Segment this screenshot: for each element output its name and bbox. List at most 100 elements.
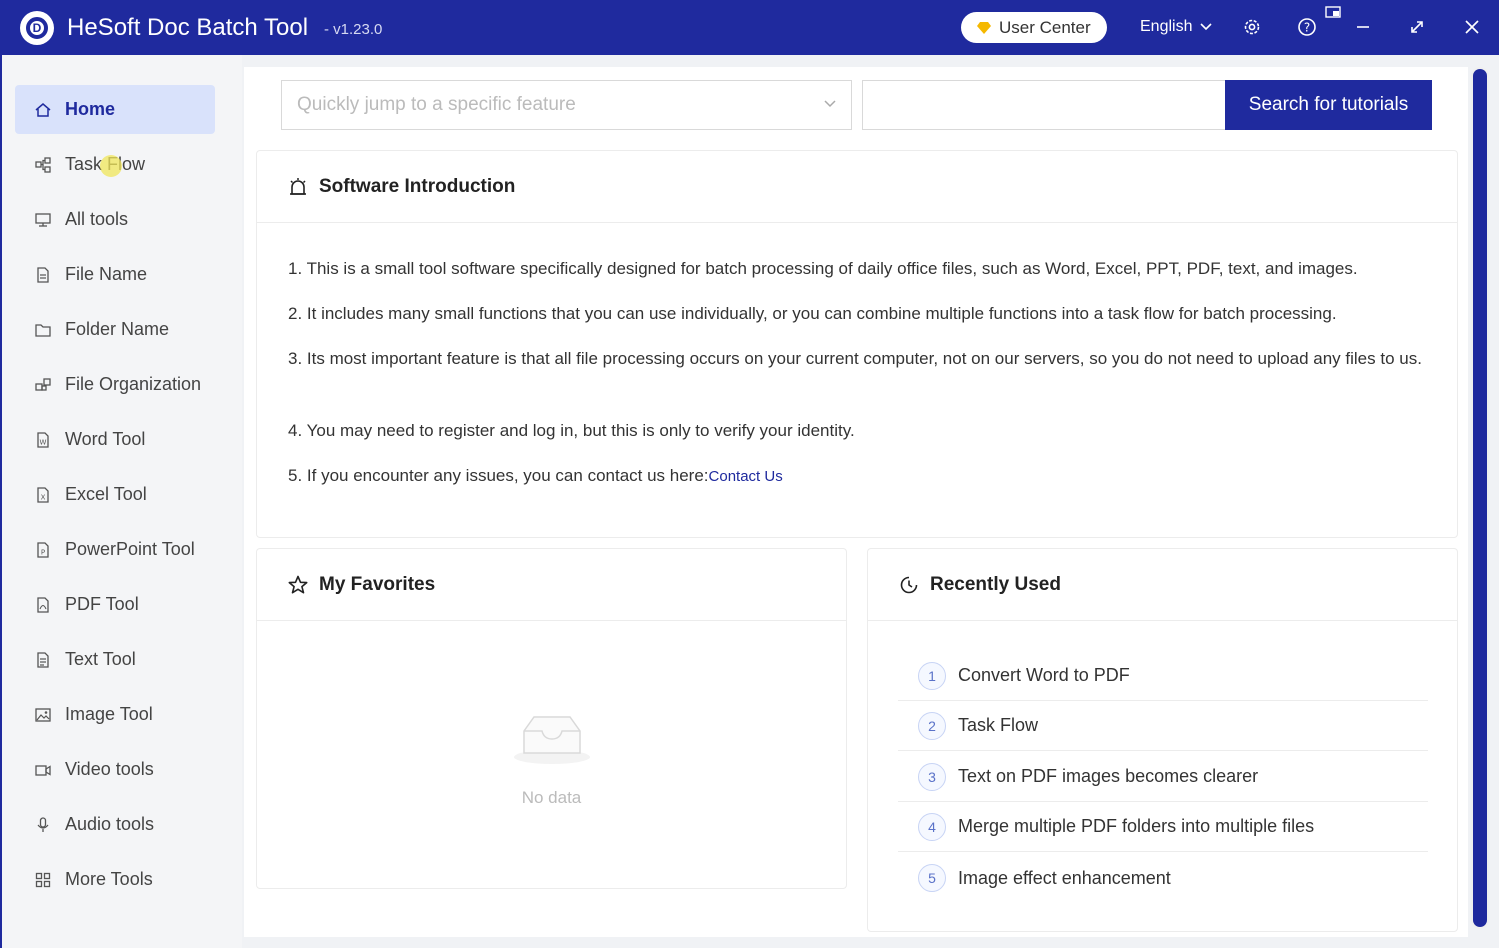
sidebar-item-text-tool[interactable]: Text Tool bbox=[15, 635, 215, 684]
title-bar: D HeSoft Doc Batch Tool - v1.23.0 User C… bbox=[0, 0, 1499, 55]
sidebar-item-label: PDF Tool bbox=[65, 594, 139, 614]
chevron-down-icon bbox=[824, 100, 836, 108]
recent-item-number: 5 bbox=[918, 864, 946, 892]
sidebar-item-folder-name[interactable]: Folder Name bbox=[15, 305, 215, 354]
sidebar-item-image-tool[interactable]: Image Tool bbox=[15, 690, 215, 739]
excel-file-icon: X bbox=[35, 486, 51, 503]
card-title: My Favorites bbox=[319, 573, 436, 595]
intro-line: 2. It includes many small functions that… bbox=[288, 304, 1337, 323]
sidebar-item-video-tools[interactable]: Video tools bbox=[15, 745, 215, 794]
file-icon bbox=[35, 266, 51, 283]
language-label: English bbox=[1140, 18, 1193, 35]
recent-item-label: Convert Word to PDF bbox=[958, 665, 1130, 685]
sidebar-item-label: Text Tool bbox=[65, 649, 136, 669]
sidebar-item-label: All tools bbox=[65, 209, 129, 229]
sidebar-item-label: Folder Name bbox=[65, 319, 170, 339]
sidebar-item-pdf-tool[interactable]: PDF Tool bbox=[15, 580, 215, 629]
video-icon bbox=[35, 762, 51, 778]
sidebar-item-powerpoint-tool[interactable]: P PowerPoint Tool bbox=[15, 525, 215, 574]
chevron-down-icon bbox=[1200, 23, 1213, 31]
tutorial-search-input[interactable] bbox=[862, 80, 1226, 130]
search-tutorials-button[interactable]: Search for tutorials bbox=[1225, 80, 1432, 130]
card-header: Recently Used bbox=[868, 549, 1457, 621]
card-title: Software Introduction bbox=[319, 175, 516, 197]
favorites-card: My Favorites No data bbox=[256, 548, 847, 889]
organize-icon bbox=[35, 377, 51, 393]
sidebar-item-label: File Organization bbox=[65, 374, 202, 394]
intro-line: 3. Its most important feature is that al… bbox=[288, 349, 1422, 368]
language-selector[interactable]: English bbox=[1140, 18, 1213, 36]
sidebar-item-more-tools[interactable]: More Tools bbox=[15, 855, 215, 904]
empty-state-text: No data bbox=[521, 788, 582, 807]
recent-item[interactable]: 4 Merge multiple PDF folders into multip… bbox=[898, 802, 1428, 852]
user-center-label: User Center bbox=[999, 17, 1091, 37]
grid-icon bbox=[35, 872, 51, 888]
sidebar-item-audio-tools[interactable]: Audio tools bbox=[15, 800, 215, 849]
recent-item[interactable]: 3 Text on PDF images becomes clearer bbox=[898, 752, 1428, 802]
recent-item[interactable]: 5 Image effect enhancement bbox=[898, 853, 1428, 903]
recent-item-number: 2 bbox=[918, 711, 946, 740]
recent-item[interactable]: 1 Convert Word to PDF bbox=[898, 651, 1428, 701]
sidebar-item-label: Excel Tool bbox=[65, 484, 147, 504]
word-file-icon: W bbox=[35, 431, 51, 448]
sidebar-item-file-organization[interactable]: File Organization bbox=[15, 360, 215, 409]
help-icon[interactable]: ? bbox=[1296, 16, 1318, 38]
app-version: - v1.23.0 bbox=[324, 21, 383, 38]
empty-state: No data bbox=[257, 709, 846, 808]
empty-inbox-icon bbox=[513, 716, 590, 764]
mouse-cursor-highlight bbox=[100, 155, 122, 177]
intro-line: 4. You may need to register and log in, … bbox=[288, 421, 855, 440]
recent-item-label: Image effect enhancement bbox=[958, 867, 1171, 888]
mini-window-icon[interactable] bbox=[1324, 5, 1342, 19]
contact-us-link[interactable]: Contact Us bbox=[709, 468, 783, 485]
svg-text:P: P bbox=[41, 548, 45, 556]
sidebar-item-file-name[interactable]: File Name bbox=[15, 250, 215, 299]
sidebar-item-label: Word Tool bbox=[65, 429, 146, 449]
software-intro-card: Software Introduction 1. This is a small… bbox=[256, 150, 1458, 538]
intro-line-contact: 5. If you encounter any issues, you can … bbox=[288, 462, 1428, 490]
sidebar-item-word-tool[interactable]: W Word Tool bbox=[15, 415, 215, 464]
recent-item-label: Task Flow bbox=[958, 715, 1039, 735]
app-title: HeSoft Doc Batch Tool bbox=[67, 14, 309, 41]
recent-item-number: 4 bbox=[918, 812, 946, 841]
sidebar-item-all-tools[interactable]: All tools bbox=[15, 195, 215, 244]
sidebar-item-label: More Tools bbox=[65, 869, 153, 889]
recent-item-number: 3 bbox=[918, 762, 946, 791]
maximize-icon[interactable] bbox=[1406, 16, 1428, 38]
user-center-button[interactable]: User Center bbox=[961, 12, 1107, 43]
home-icon bbox=[35, 102, 51, 118]
clock-history-icon bbox=[898, 574, 920, 596]
star-icon bbox=[287, 574, 309, 596]
svg-text:?: ? bbox=[1304, 21, 1310, 35]
sidebar-item-label: File Name bbox=[65, 264, 148, 284]
feature-jump-placeholder: Quickly jump to a specific feature bbox=[297, 94, 576, 115]
recently-used-card: Recently Used 1 Convert Word to PDF 2 Ta… bbox=[867, 548, 1458, 932]
microphone-icon bbox=[35, 816, 51, 833]
card-title: Recently Used bbox=[930, 573, 1061, 595]
sidebar-item-excel-tool[interactable]: X Excel Tool bbox=[15, 470, 215, 519]
scrollbar-thumb[interactable] bbox=[1473, 69, 1487, 927]
recent-item-number: 1 bbox=[918, 661, 946, 690]
intro-line: 5. If you encounter any issues, you can … bbox=[288, 466, 709, 485]
close-icon[interactable] bbox=[1461, 16, 1483, 38]
settings-gear-icon[interactable] bbox=[1241, 16, 1263, 38]
feature-jump-select[interactable]: Quickly jump to a specific feature bbox=[281, 80, 852, 130]
sidebar-item-label: Audio tools bbox=[65, 814, 155, 834]
diamond-icon bbox=[977, 21, 991, 34]
recent-item-label: Merge multiple PDF folders into multiple… bbox=[958, 816, 1315, 836]
alarm-bell-icon bbox=[287, 176, 309, 198]
pdf-file-icon bbox=[35, 596, 51, 613]
svg-text:X: X bbox=[41, 493, 46, 501]
recent-item[interactable]: 2 Task Flow bbox=[898, 701, 1428, 751]
recent-item-label: Text on PDF images becomes clearer bbox=[958, 766, 1259, 786]
sidebar-item-label: Video tools bbox=[65, 759, 154, 779]
minimize-icon[interactable] bbox=[1352, 16, 1374, 38]
powerpoint-file-icon: P bbox=[35, 541, 51, 558]
sidebar-item-home[interactable]: Home bbox=[15, 85, 215, 134]
folder-icon bbox=[35, 322, 51, 338]
sidebar-item-label: Home bbox=[65, 99, 116, 119]
text-file-icon bbox=[35, 651, 51, 668]
sidebar-item-label: PowerPoint Tool bbox=[65, 539, 195, 559]
main-scrollbar[interactable] bbox=[1471, 67, 1489, 929]
task-flow-icon bbox=[35, 156, 51, 173]
